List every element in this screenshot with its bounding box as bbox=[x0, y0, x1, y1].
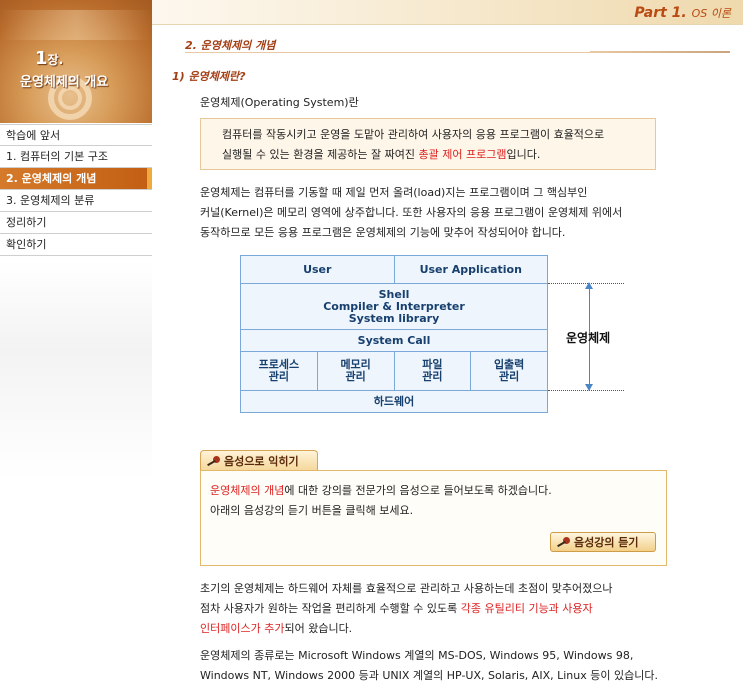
microphone-icon bbox=[557, 537, 571, 547]
diagram-row-shell: Shell Compiler & Interpreter System libr… bbox=[241, 284, 547, 330]
definition-highlight: 총괄 제어 프로그램 bbox=[418, 148, 507, 161]
audio-line-1: 운영체제의 개념에 대한 강의를 전문가의 음성으로 들어보도록 하겠습니다. bbox=[210, 484, 552, 497]
diagram-row-management: 프로세스 관리 메모리 관리 파일 관리 입출력 관리 bbox=[241, 352, 547, 391]
audio-line-2: 아래의 음성강의 듣기 버튼을 클릭해 보세요. bbox=[210, 504, 414, 517]
definition-line-2: 실행될 수 있는 환경을 제공하는 잘 짜여진 총괄 제어 프로그램입니다. bbox=[222, 148, 541, 161]
subsection-title: 1) 운영체제란? bbox=[172, 70, 246, 83]
diagram-cell-file-mgmt: 파일 관리 bbox=[395, 352, 472, 390]
arrow-up-icon bbox=[585, 282, 593, 289]
sidebar-item-os-concept[interactable]: 2. 운영체제의 개념 bbox=[0, 168, 152, 190]
chapter-banner: 1장. 운영체제의 개요 bbox=[0, 0, 152, 123]
sidebar-item-review[interactable]: 확인하기 bbox=[0, 234, 152, 256]
diagram-cell-user-application: User Application bbox=[419, 262, 522, 276]
diagram-cell-memory-mgmt: 메모리 관리 bbox=[318, 352, 395, 390]
paragraph-evolution: 초기의 운영체제는 하드웨어 자체를 효율적으로 관리하고 사용하는데 초점이 … bbox=[200, 582, 613, 635]
term-heading: 운영체제(Operating System)란 bbox=[200, 96, 359, 109]
diagram-cell-io-mgmt: 입출력 관리 bbox=[493, 358, 525, 383]
listen-lecture-button[interactable]: 음성강의 듣기 bbox=[550, 532, 656, 552]
microphone-icon bbox=[207, 455, 221, 466]
sidebar-item-computer-structure[interactable]: 1. 컴퓨터의 기본 구조 bbox=[0, 146, 152, 168]
diagram-os-label: 운영체제 bbox=[566, 331, 611, 345]
chapter-title: 운영체제의 개요 bbox=[20, 75, 109, 90]
diagram-cell-user: User bbox=[241, 256, 395, 283]
paragraph-kernel: 운영체제는 컴퓨터를 기동할 때 제일 먼저 올려(load)지는 프로그램이며… bbox=[200, 186, 623, 239]
header-bar: Part 1. OS 이론 bbox=[152, 0, 743, 25]
section-title: 2. 운영체제의 개념 bbox=[185, 39, 276, 52]
sidebar: 1장. 운영체제의 개요 학습에 앞서 1. 컴퓨터의 기본 구조 2. 운영체… bbox=[0, 0, 152, 700]
sidebar-item-os-classification[interactable]: 3. 운영체제의 분류 bbox=[0, 190, 152, 212]
definition-line-1: 컴퓨터를 작동시키고 운영을 도맡아 관리하여 사용자의 응용 프로그램이 효율… bbox=[222, 128, 605, 141]
sidebar-item-summary[interactable]: 정리하기 bbox=[0, 212, 152, 234]
arrow-down-icon bbox=[585, 384, 593, 391]
sidebar-item-intro[interactable]: 학습에 앞서 bbox=[0, 124, 152, 146]
part-title: Part 1. OS 이론 bbox=[634, 5, 731, 21]
diagram-cell-system-call: System Call bbox=[357, 333, 431, 347]
definition-box: 컴퓨터를 작동시키고 운영을 도맡아 관리하여 사용자의 응용 프로그램이 효율… bbox=[200, 118, 656, 170]
diagram-cell-process-mgmt: 프로세스 관리 bbox=[241, 352, 318, 390]
section-divider-accent bbox=[590, 51, 730, 53]
audio-section-tab: 음성으로 익히기 bbox=[200, 450, 318, 470]
os-structure-diagram: User User Application Shell Compiler & I… bbox=[240, 255, 548, 413]
chapter-number: 1장. bbox=[35, 48, 64, 69]
diagram-cell-hardware: 하드웨어 bbox=[373, 394, 415, 408]
banner-decoration bbox=[0, 10, 152, 40]
diagram-row-system-call: System Call bbox=[241, 330, 547, 352]
sidebar-menu: 학습에 앞서 1. 컴퓨터의 기본 구조 2. 운영체제의 개념 3. 운영체제… bbox=[0, 124, 152, 256]
diagram-row-user: User User Application bbox=[241, 256, 547, 284]
diagram-row-hardware: 하드웨어 bbox=[241, 391, 547, 412]
diagram-cell-shell: Shell Compiler & Interpreter System libr… bbox=[323, 287, 465, 325]
paragraph-os-types: 운영체제의 종류로는 Microsoft Windows 계열의 MS-DOS,… bbox=[200, 649, 658, 682]
